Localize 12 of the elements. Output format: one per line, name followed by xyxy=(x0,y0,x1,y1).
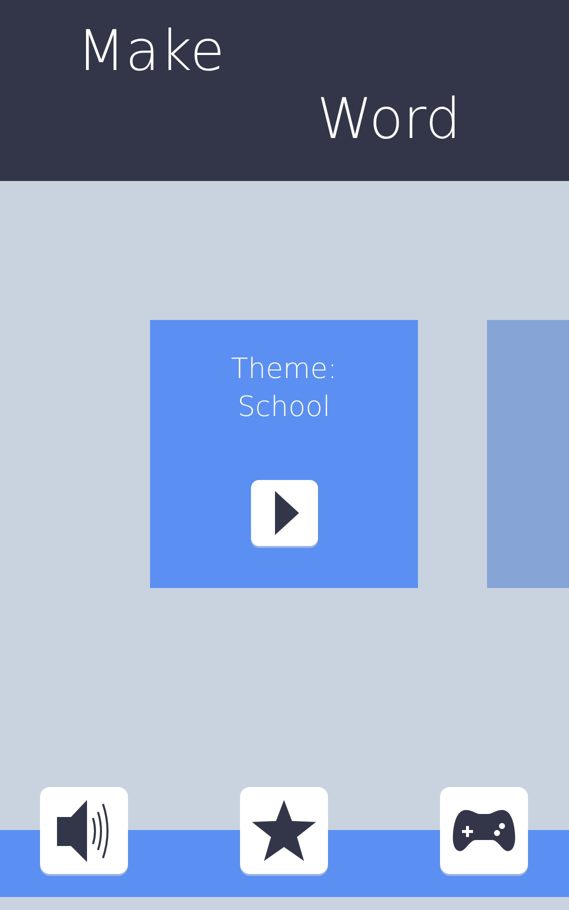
sound-button[interactable] xyxy=(40,787,128,874)
title-line: Make xyxy=(77,18,225,86)
theme-label: Theme: School xyxy=(230,351,337,425)
play-button[interactable] xyxy=(250,480,318,546)
favorites-button[interactable] xyxy=(240,787,328,874)
theme-card[interactable]: Theme: School xyxy=(150,320,418,588)
gamepad-icon xyxy=(452,810,516,852)
speaker-icon xyxy=(57,800,111,862)
games-button[interactable] xyxy=(440,787,528,874)
play-icon xyxy=(273,491,299,535)
title-line: Word xyxy=(317,86,461,154)
star-icon xyxy=(251,800,317,862)
